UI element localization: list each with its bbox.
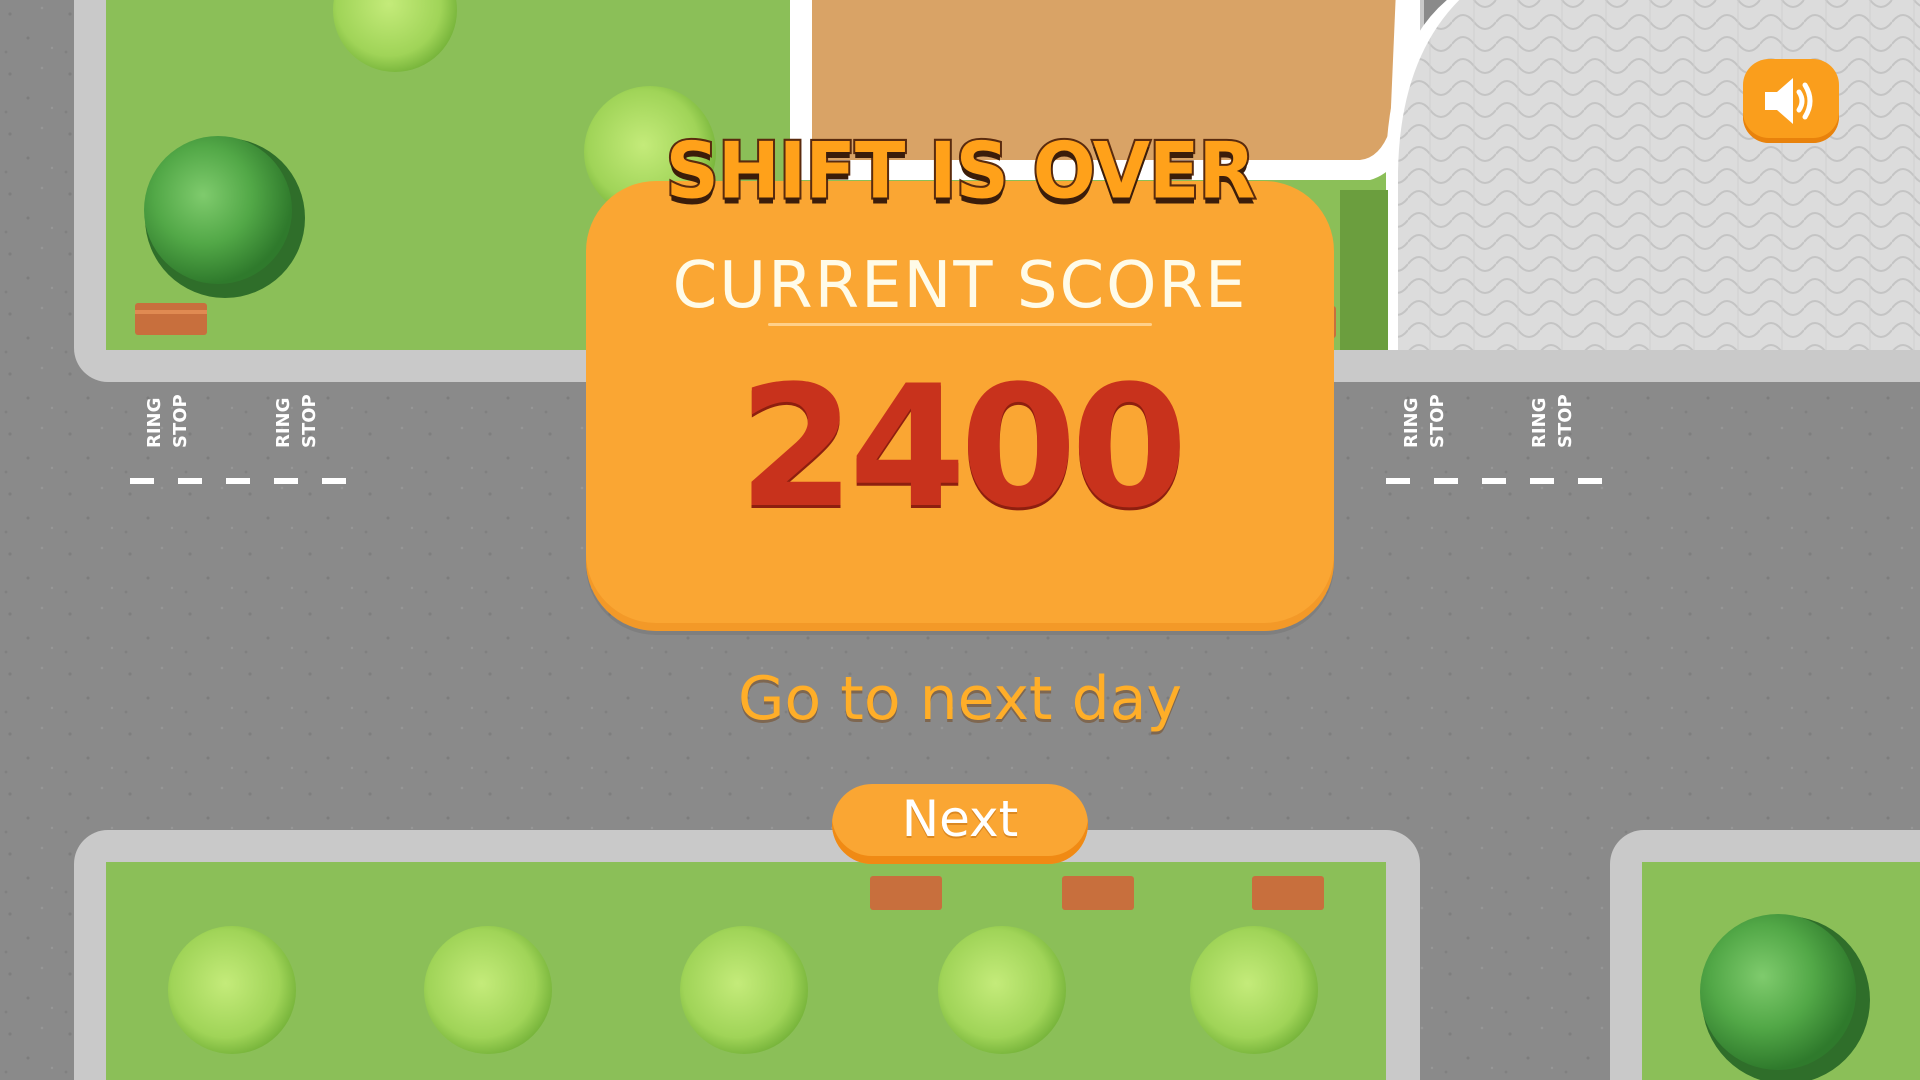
- ring-stop-marking: STOP: [1555, 394, 1576, 448]
- current-score-label: CURRENT SCORE: [672, 249, 1248, 323]
- next-button-label: Next: [901, 790, 1019, 848]
- ring-stop-marking: STOP: [1427, 394, 1448, 448]
- score-panel: CURRENT SCORE 2400: [586, 181, 1334, 631]
- next-button[interactable]: Next: [832, 784, 1088, 864]
- ring-stop-marking: RING: [273, 398, 294, 448]
- score-label-underline: [768, 323, 1152, 326]
- ring-stop-marking: STOP: [299, 394, 320, 448]
- ring-stop-marking: STOP: [170, 394, 191, 448]
- ring-stop-marking: RING: [144, 398, 165, 448]
- ring-stop-marking: RING: [1529, 398, 1550, 448]
- next-day-prompt: Go to next day: [738, 664, 1182, 734]
- speaker-volume-icon: [1765, 78, 1813, 124]
- current-score-value: 2400: [738, 349, 1188, 545]
- shift-over-title: SHIFT IS OVER: [664, 124, 1258, 218]
- ring-stop-marking: RING: [1401, 398, 1422, 448]
